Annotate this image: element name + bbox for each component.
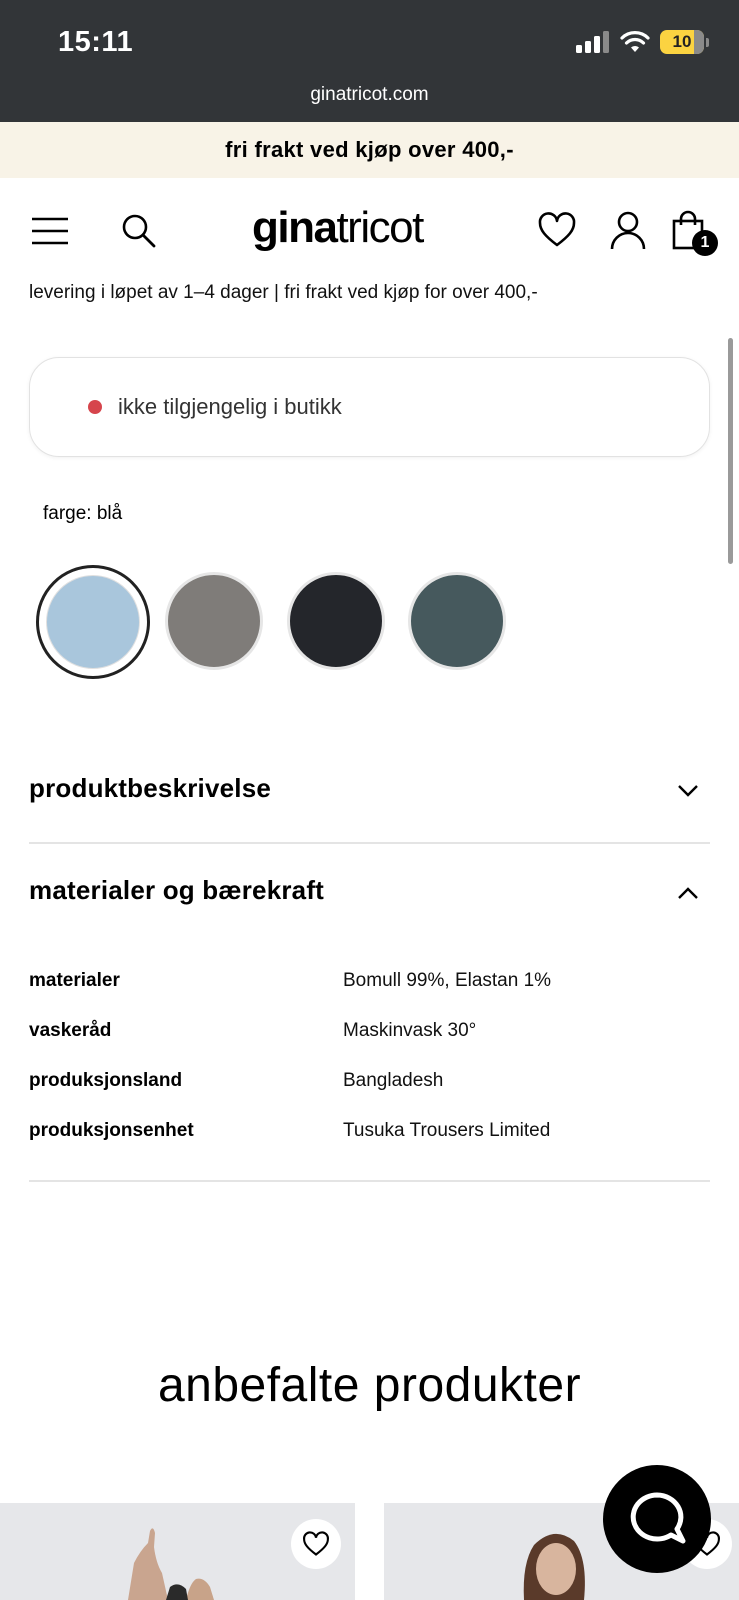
chat-button[interactable] [603, 1465, 711, 1573]
accordion-product-description[interactable]: produktbeskrivelse [29, 773, 710, 813]
unavailable-dot-icon [88, 400, 102, 414]
product-card[interactable] [0, 1503, 355, 1600]
logo-light-text: tricot [336, 203, 424, 252]
cellular-signal-icon [576, 31, 609, 53]
hamburger-menu-icon [32, 217, 68, 245]
spec-label: materialer [29, 970, 120, 991]
heart-icon [303, 1531, 329, 1556]
spec-value: Maskinvask 30° [343, 1020, 477, 1041]
spec-label: produksjonsenhet [29, 1120, 194, 1141]
chat-bubble-icon [630, 1492, 686, 1544]
scrollbar[interactable] [728, 338, 733, 564]
battery-level: 10 [672, 32, 692, 51]
search-button[interactable] [119, 210, 159, 250]
promo-banner: fri frakt ved kjøp over 400,- [0, 122, 739, 178]
delivery-info: levering i løpet av 1–4 dager | fri frak… [29, 282, 538, 303]
spec-label: vaskeråd [29, 1020, 112, 1041]
spec-value: Bangladesh [343, 1070, 444, 1091]
divider [29, 842, 710, 844]
chevron-up-icon [678, 887, 698, 899]
color-swatch-grey[interactable] [165, 572, 263, 670]
recommended-products-title: anbefalte produkter [157, 1359, 582, 1412]
battery-icon: 10 [660, 30, 709, 54]
chevron-down-icon [678, 785, 698, 797]
store-availability-text: ikke tilgjengelig i butikk [118, 394, 342, 419]
site-logo[interactable]: ginatricot [252, 203, 424, 252]
heart-icon [538, 212, 576, 247]
user-icon [610, 211, 646, 250]
spec-value: Bomull 99%, Elastan 1% [343, 970, 552, 991]
account-button[interactable] [608, 210, 648, 250]
menu-button[interactable] [30, 210, 70, 250]
store-availability[interactable]: ikke tilgjengelig i butikk [29, 357, 710, 457]
accordion-materials-sustainability[interactable]: materialer og bærekraft [29, 875, 710, 915]
accordion-title: materialer og bærekraft [29, 875, 325, 905]
spec-value: Tusuka Trousers Limited [343, 1120, 551, 1141]
divider [29, 1180, 710, 1182]
accordion-title: produktbeskrivelse [29, 773, 272, 803]
cart-button[interactable]: 1 [671, 210, 718, 256]
color-swatch-black[interactable] [287, 572, 385, 670]
site-header: ginatricot 1 [0, 178, 739, 278]
favorite-button[interactable] [291, 1519, 341, 1569]
logo-bold-text: gina [252, 203, 338, 252]
url-bar[interactable]: ginatricot.com [0, 84, 739, 106]
spec-label: produksjonsland [29, 1070, 183, 1091]
color-label: farge: blå [43, 503, 123, 524]
status-icons: 10 [576, 30, 709, 54]
color-swatch-green[interactable] [408, 572, 506, 670]
wishlist-button[interactable] [537, 210, 577, 250]
wifi-icon [620, 31, 650, 52]
status-bar: 15:11 10 ginatricot.com [0, 0, 739, 122]
search-icon [122, 214, 156, 248]
status-time: 15:11 [58, 26, 134, 58]
color-swatch-blue[interactable] [36, 565, 150, 679]
cart-count-badge: 1 [692, 230, 718, 256]
